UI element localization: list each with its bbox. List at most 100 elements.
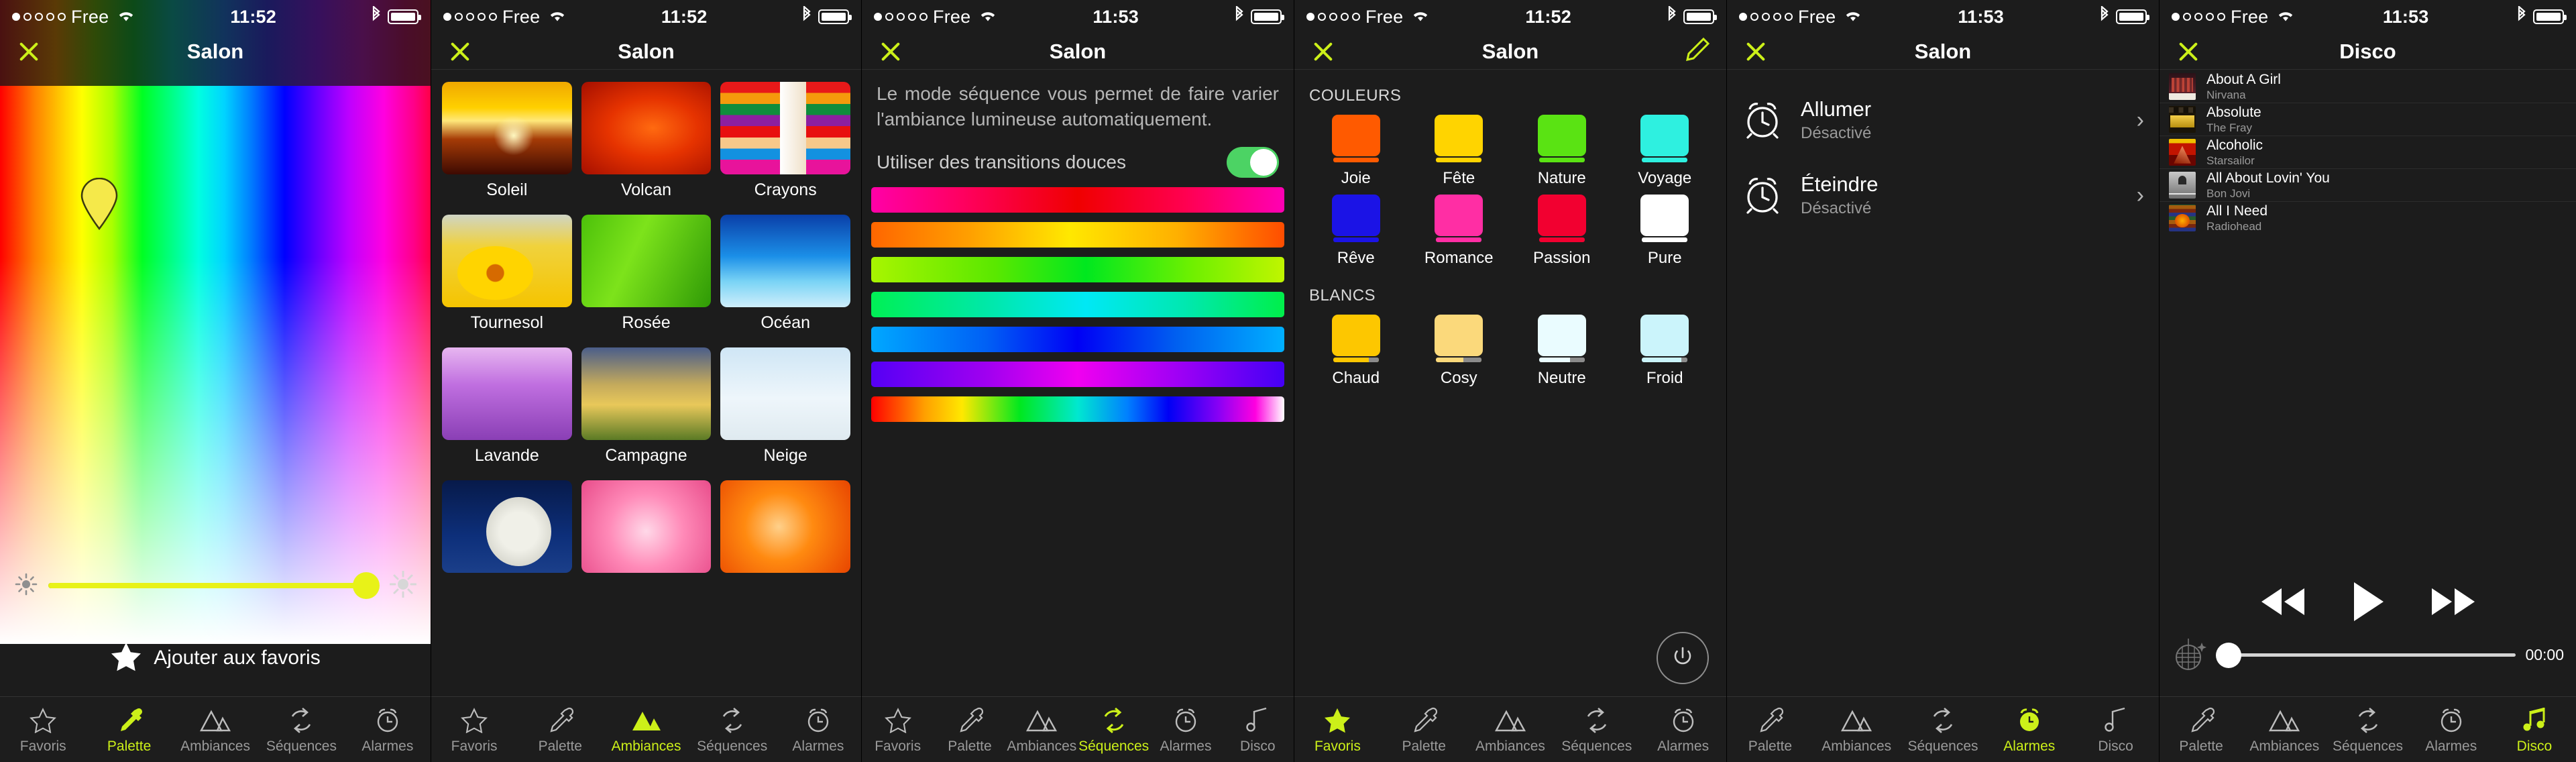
sequence-item[interactable] [871,292,1284,318]
tab-palette[interactable]: Palette [934,697,1005,762]
tab-favoris[interactable]: Favoris [1294,697,1381,762]
sequence-item[interactable] [871,257,1284,283]
hue-gradient[interactable] [0,0,431,644]
tab-alarmes[interactable]: Alarmes [1640,697,1726,762]
color-swatch-item[interactable]: Passion [1512,195,1612,268]
color-swatch-item[interactable]: Pure [1616,195,1715,268]
ambiance-item[interactable]: Rosée [581,215,712,333]
close-icon[interactable] [877,38,905,66]
tab-disco[interactable]: Disco [2493,697,2576,762]
tab-palette[interactable]: Palette [1381,697,1467,762]
ambiance-item[interactable] [442,480,572,579]
swatch[interactable] [1331,195,1380,242]
close-icon[interactable] [1309,38,1337,66]
tab-ambiances[interactable]: Ambiances [172,697,258,762]
ambiance-item[interactable]: Volcan [581,82,712,200]
fast-forward-icon[interactable] [2429,586,2479,621]
color-picker-marker[interactable] [79,178,119,230]
ambiance-item[interactable]: Campagne [581,347,712,466]
close-icon[interactable] [15,38,43,66]
color-swatch-item[interactable]: Rêve [1306,195,1406,268]
tab-palette[interactable]: Palette [1727,697,1813,762]
white-swatch-item[interactable]: Froid [1616,315,1715,388]
seek-slider-knob[interactable] [2216,642,2241,668]
tab-disco[interactable]: Disco [2072,697,2159,762]
white-swatch-item[interactable]: Neutre [1512,315,1612,388]
swatch[interactable] [1640,195,1689,242]
list-item[interactable]: Absolute The Fray [2160,103,2576,136]
soft-transitions-toggle[interactable] [1227,147,1279,178]
brightness-slider-knob[interactable] [352,572,380,599]
tab-favoris[interactable]: Favoris [0,697,86,762]
tab-sequences[interactable]: Séquences [689,697,775,762]
swatch[interactable] [1640,115,1689,162]
color-swatch-item[interactable]: Joie [1306,115,1406,188]
seek-slider[interactable] [2216,642,2516,668]
sequence-item[interactable] [871,222,1284,248]
alarm-row[interactable]: Éteindre Désactivé › [1727,158,2159,233]
color-swatch-item[interactable]: Romance [1410,195,1509,268]
ambiance-item[interactable]: Lavande [442,347,572,466]
list-item[interactable]: About A Girl Nirvana [2160,70,2576,103]
rewind-icon[interactable] [2257,586,2307,621]
tab-ambiances[interactable]: Ambiances [2243,697,2326,762]
tab-alarmes[interactable]: Alarmes [775,697,861,762]
color-swatch-item[interactable]: Fête [1410,115,1509,188]
tab-alarmes[interactable]: Alarmes [2410,697,2493,762]
swatch[interactable] [1435,115,1483,162]
tab-ambiances[interactable]: Ambiances [603,697,689,762]
sequence-item[interactable] [871,187,1284,213]
ambiance-item[interactable] [720,480,850,579]
play-icon[interactable] [2351,581,2385,626]
close-icon[interactable] [1742,38,1770,66]
tab-ambiances[interactable]: Ambiances [1467,697,1554,762]
tab-sequences[interactable]: Séquences [1900,697,1986,762]
tab-alarmes[interactable]: Alarmes [1150,697,1221,762]
edit-pencil-icon[interactable] [1683,37,1712,66]
power-button[interactable] [1657,632,1709,684]
white-swatch-item[interactable]: Cosy [1410,315,1509,388]
ambiance-item[interactable]: Soleil [442,82,572,200]
song-list[interactable]: About A Girl Nirvana Absolute The Fray A… [2160,70,2576,231]
tab-sequences[interactable]: Séquences [2326,697,2409,762]
tab-palette[interactable]: Palette [2160,697,2243,762]
ambiance-item[interactable]: Neige [720,347,850,466]
tab-ambiances[interactable]: Ambiances [1006,697,1078,762]
tab-palette[interactable]: Palette [517,697,603,762]
ambiance-item[interactable]: Tournesol [442,215,572,333]
close-icon[interactable] [446,38,474,66]
swatch[interactable] [1435,315,1483,362]
list-item[interactable]: Alcoholic Starsailor [2160,136,2576,169]
tab-sequences[interactable]: Séquences [258,697,344,762]
swatch[interactable] [1331,115,1380,162]
tab-palette[interactable]: Palette [86,697,172,762]
add-to-favorites-button[interactable]: Ajouter aux favoris [0,628,431,688]
swatch[interactable] [1435,195,1483,242]
color-swatch-item[interactable]: Voyage [1616,115,1715,188]
swatch[interactable] [1537,115,1586,162]
alarm-row[interactable]: Allumer Désactivé › [1727,83,2159,158]
ambiance-item[interactable] [581,480,712,579]
ambiance-item[interactable]: Océan [720,215,850,333]
tab-favoris[interactable]: Favoris [862,697,934,762]
sequence-item[interactable] [871,362,1284,388]
list-item[interactable]: All I Need Radiohead [2160,202,2576,231]
tab-ambiances[interactable]: Ambiances [1813,697,1900,762]
close-icon[interactable] [2174,38,2202,66]
list-item[interactable]: All About Lovin' You Bon Jovi [2160,169,2576,202]
ambiance-item[interactable]: Crayons [720,82,850,200]
ambiance-list[interactable]: Soleil Volcan Crayons Tournesol Rosée Oc… [431,70,861,696]
tab-sequences[interactable]: Séquences [1553,697,1640,762]
swatch[interactable] [1331,315,1380,362]
tab-sequences[interactable]: Séquences [1078,697,1150,762]
tab-favoris[interactable]: Favoris [431,697,517,762]
tab-disco[interactable]: Disco [1222,697,1294,762]
sequence-item[interactable] [871,327,1284,353]
brightness-slider[interactable] [48,572,380,599]
swatch[interactable] [1537,315,1586,362]
tab-alarmes[interactable]: Alarmes [345,697,431,762]
color-swatch-item[interactable]: Nature [1512,115,1612,188]
white-swatch-item[interactable]: Chaud [1306,315,1406,388]
sequence-item[interactable] [871,396,1284,423]
swatch[interactable] [1640,315,1689,362]
